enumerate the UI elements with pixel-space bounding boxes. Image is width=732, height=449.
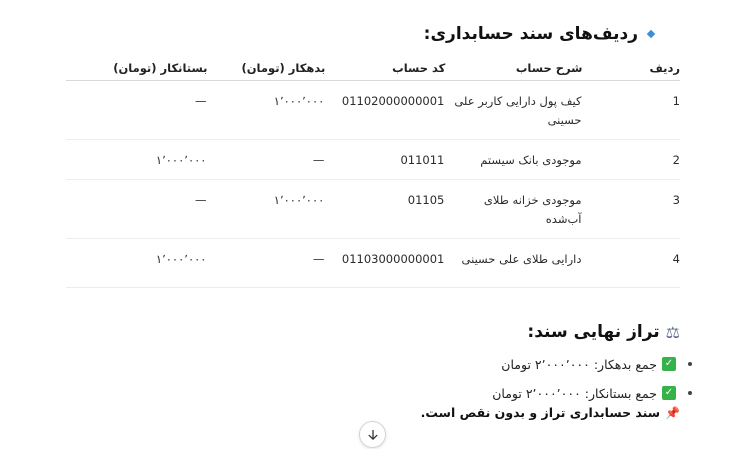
section-title: ردیف‌های سند حسابداری: [423, 24, 638, 44]
header-row-number: ردیف [582, 55, 680, 81]
section-heading: ردیف‌های سند حسابداری: [424, 24, 656, 44]
check-mark-icon: ✓ [662, 386, 676, 400]
header-description: شرح حساب [445, 55, 583, 81]
balance-note: 📌 سند حسابداری تراز و بدون نقص است. [421, 405, 680, 420]
cell-description: کیف پول دارایی کاربر علی حسینی [445, 80, 583, 140]
cell-row-number: 2 [582, 139, 680, 180]
blue-diamond-icon [646, 29, 656, 39]
scroll-to-bottom-button[interactable] [359, 421, 386, 448]
journal-table: ردیف شرح حساب کد حساب بدهکار (تومان) بست… [66, 55, 680, 278]
cell-account-code: 01102000000001 [341, 94, 445, 108]
cell-description: موجودی بانک سیستم [445, 139, 583, 180]
header-debit: بدهکار (تومان) [207, 55, 326, 81]
cell-row-number: 3 [582, 179, 680, 239]
cell-account-code: 011011 [400, 153, 445, 167]
total-credit-text: جمع بستانکار: ۲٬۰۰۰٬۰۰۰ تومان [492, 385, 657, 401]
table-row: 4 دارایی طلای علی حسینی 01103000000001 —… [66, 239, 680, 279]
balance-heading: ⚖ تراز نهایی سند: [527, 322, 680, 342]
note-text: سند حسابداری تراز و بدون نقص است. [420, 405, 661, 420]
cell-credit: — [66, 80, 208, 140]
cell-row-number: 4 [672, 252, 680, 266]
header-account-code: کد حساب [325, 55, 446, 81]
pushpin-icon: 📌 [665, 405, 680, 420]
cell-credit: — [66, 179, 208, 239]
cell-credit: ۱٬۰۰۰٬۰۰۰ [66, 139, 208, 180]
list-item: ✓ جمع بستانکار: ۲٬۰۰۰٬۰۰۰ تومان [492, 381, 692, 405]
cell-account-code: 01105 [407, 193, 445, 207]
total-debit-text: جمع بدهکار: ۲٬۰۰۰٬۰۰۰ تومان [501, 356, 657, 372]
list-item: ✓ جمع بدهکار: ۲٬۰۰۰٬۰۰۰ تومان [492, 352, 692, 376]
cell-description: دارایی طلای علی حسینی [461, 252, 582, 266]
check-mark-icon: ✓ [662, 357, 676, 371]
cell-debit: ۱٬۰۰۰٬۰۰۰ [207, 179, 326, 239]
balance-scale-icon: ⚖ [665, 322, 680, 342]
cell-debit: — [207, 139, 326, 180]
cell-credit: ۱٬۰۰۰٬۰۰۰ [155, 252, 207, 266]
cell-account-code: 01103000000001 [341, 252, 445, 266]
header-credit: بستانکار (تومان) [66, 55, 208, 81]
bullet-dot [688, 362, 692, 366]
table-row: 1 کیف پول دارایی کاربر علی حسینی 0110200… [66, 80, 680, 140]
table-row: 2 موجودی بانک سیستم 011011 — ۱٬۰۰۰٬۰۰۰ [66, 139, 680, 180]
arrow-down-icon [368, 429, 377, 440]
table-header-row: ردیف شرح حساب کد حساب بدهکار (تومان) بست… [66, 55, 680, 81]
table-row: 3 موجودی خزانه طلای آب‌شده 01105 ۱٬۰۰۰٬۰… [66, 179, 680, 239]
cell-description: موجودی خزانه طلای آب‌شده [445, 179, 583, 239]
journal-entry-table: ردیف شرح حساب کد حساب بدهکار (تومان) بست… [66, 55, 680, 278]
horizontal-divider [66, 287, 680, 288]
cell-debit: — [312, 252, 325, 266]
cell-row-number: 1 [582, 80, 680, 140]
bullet-dot [688, 391, 692, 395]
chat-message-content: ردیف‌های سند حسابداری: ردیف شرح حساب کد … [0, 0, 732, 449]
cell-debit: ۱٬۰۰۰٬۰۰۰ [207, 80, 326, 140]
balance-title: تراز نهایی سند: [527, 322, 660, 342]
balance-summary-list: ✓ جمع بدهکار: ۲٬۰۰۰٬۰۰۰ تومان ✓ جمع بستا… [492, 352, 692, 410]
